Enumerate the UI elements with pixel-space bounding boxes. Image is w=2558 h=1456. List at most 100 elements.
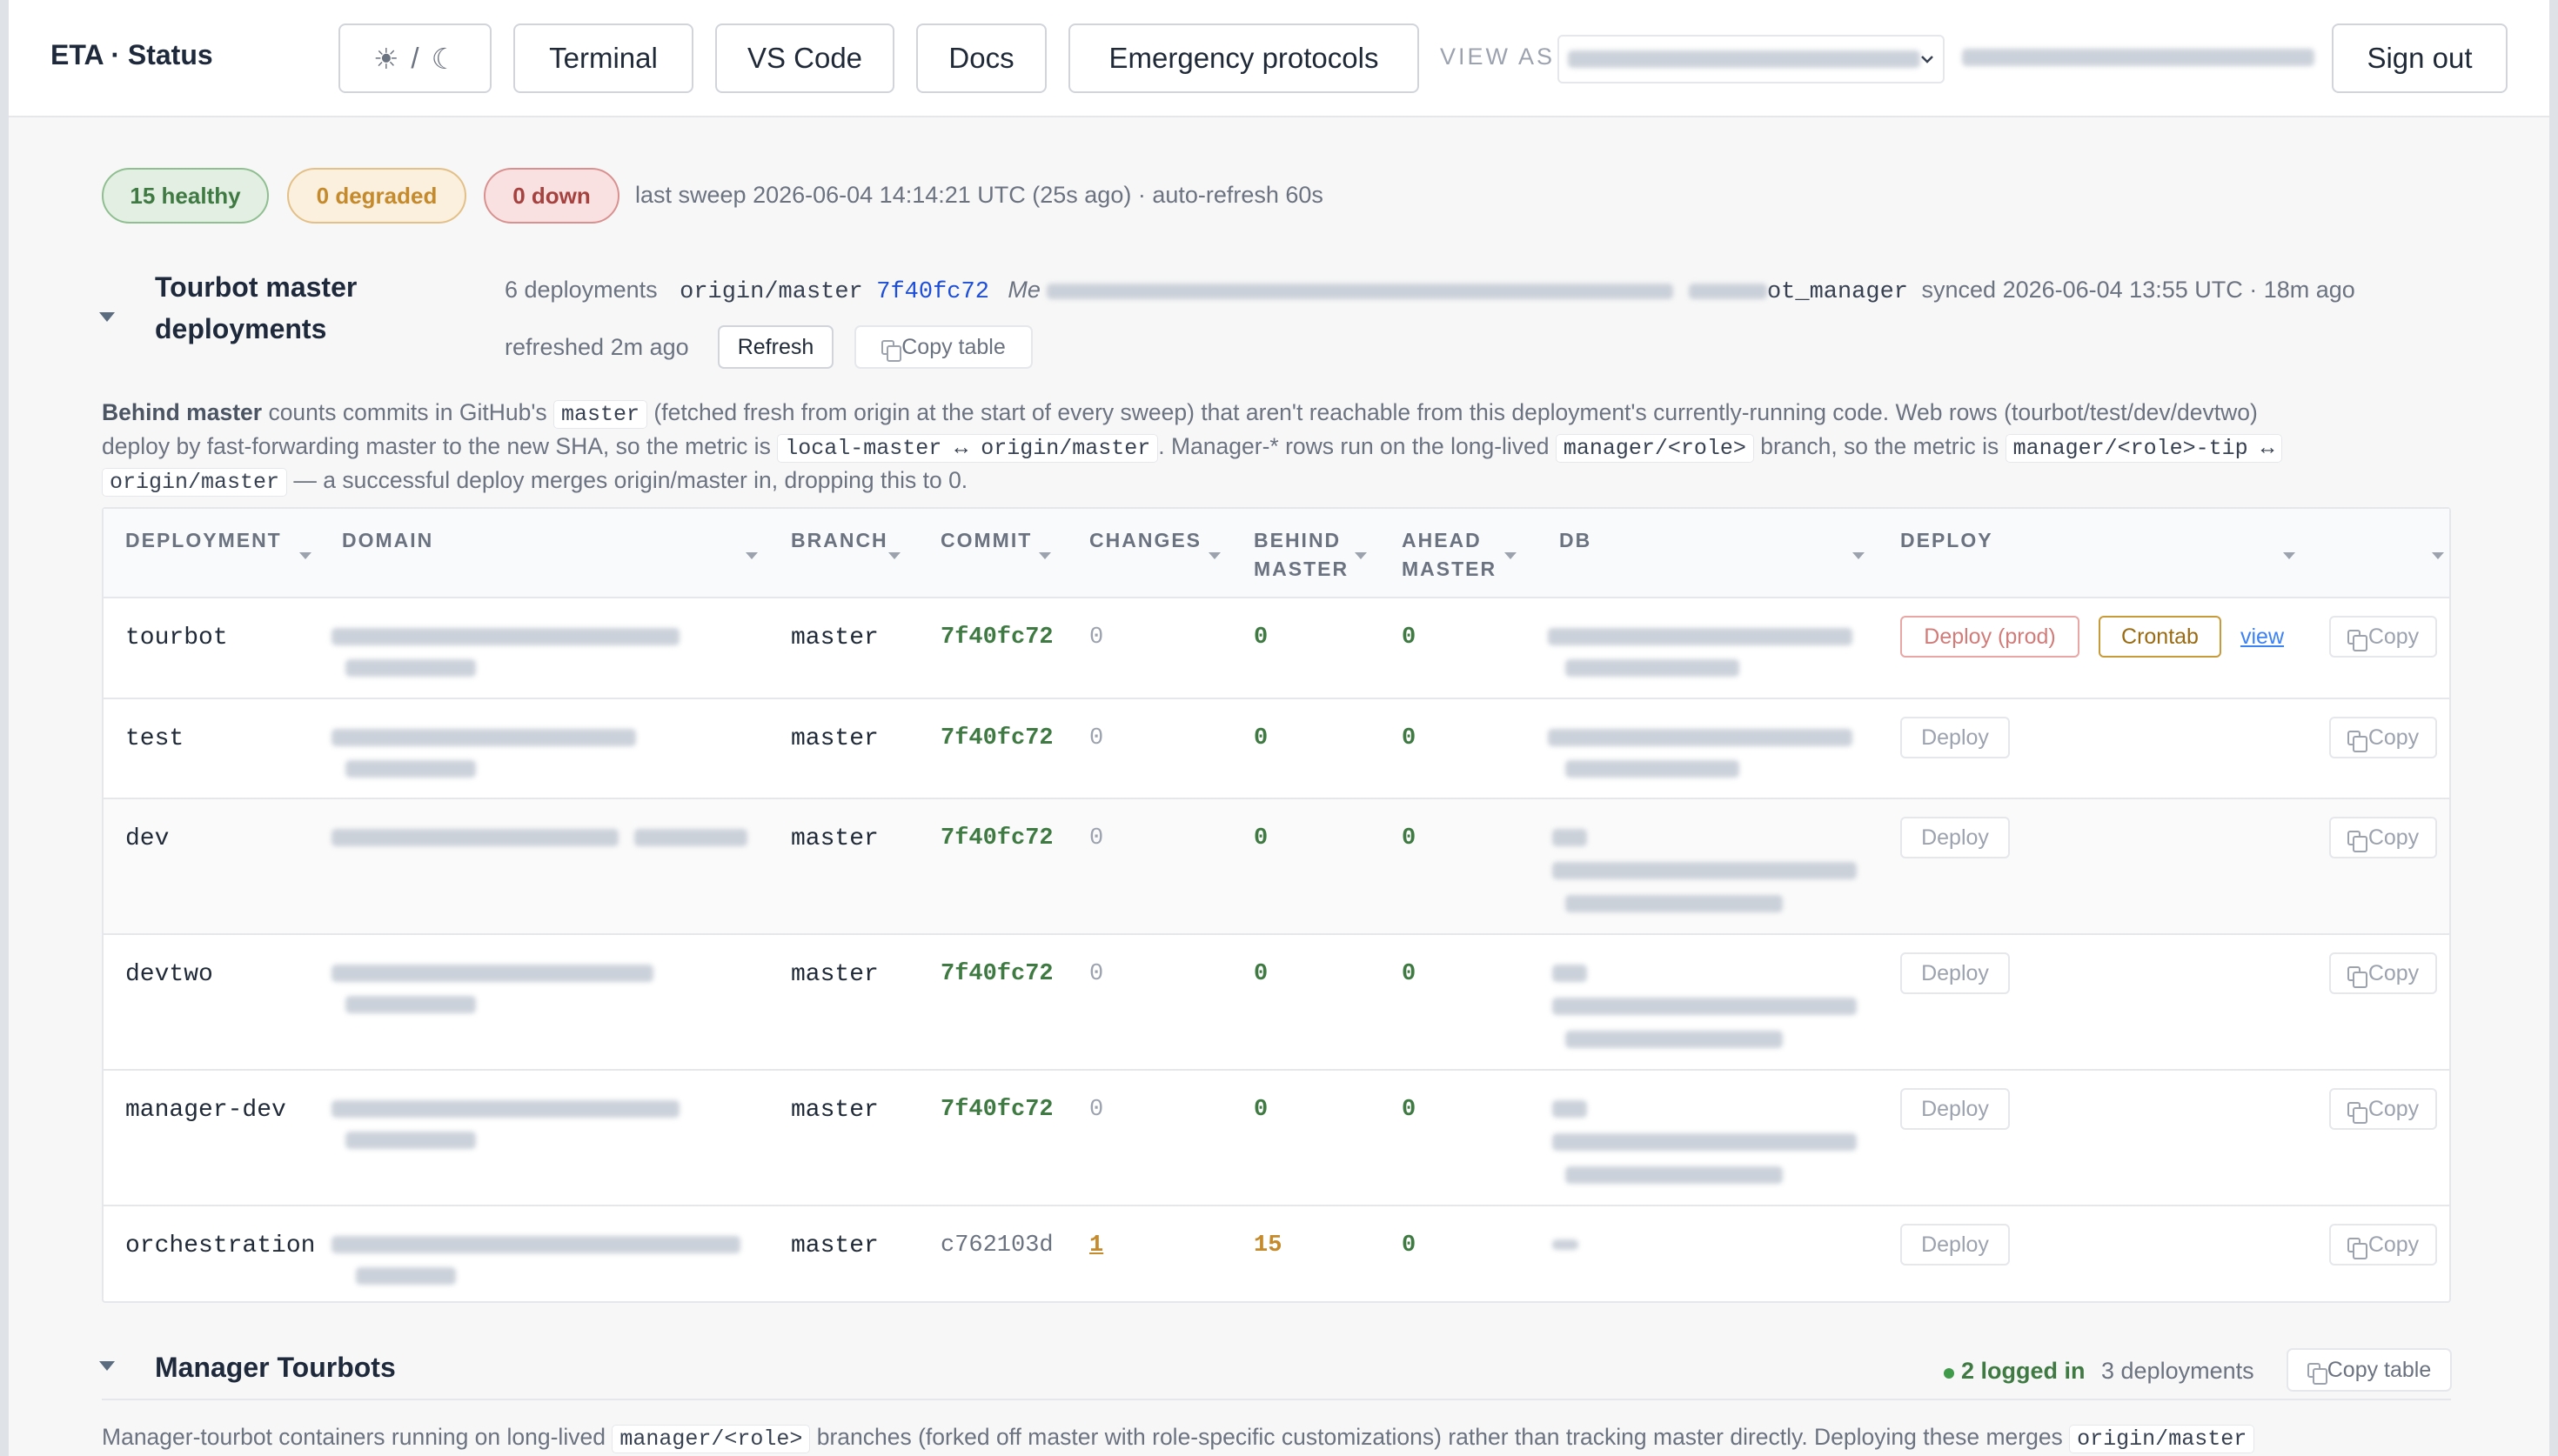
deploy-button[interactable]: Deploy <box>1900 1224 2010 1266</box>
app-frame: ETA · Status ☀ / ☾ Terminal VS Code Docs… <box>9 0 2549 1456</box>
table-row: manager-dev master 7f40fc72 0 0 0 Deploy… <box>104 1071 2449 1206</box>
redacted-db <box>1552 965 1587 982</box>
origin-label: origin/master <box>680 279 863 305</box>
down-badge[interactable]: 0 down <box>484 168 619 224</box>
redacted-domain-sub[interactable] <box>356 1267 456 1285</box>
copy-table-button[interactable]: Copy table <box>854 325 1033 369</box>
collapse-caret-icon[interactable] <box>99 312 115 322</box>
ahead-count: 0 <box>1402 961 1416 987</box>
col-deployment[interactable]: DEPLOYMENT <box>125 526 282 555</box>
col-ahead-master[interactable]: AHEAD MASTER <box>1402 526 1497 584</box>
copy-row-button[interactable]: Copy <box>2329 717 2437 758</box>
sort-icon[interactable] <box>888 552 901 559</box>
col-db[interactable]: DB <box>1559 526 1591 555</box>
sun-icon: ☀ <box>372 42 399 75</box>
sort-icon[interactable] <box>1355 552 1367 559</box>
emergency-protocols-button[interactable]: Emergency protocols <box>1068 23 1419 93</box>
sort-icon[interactable] <box>746 552 758 559</box>
col-deploy[interactable]: DEPLOY <box>1900 526 1993 555</box>
docs-button[interactable]: Docs <box>916 23 1047 93</box>
redacted-db-sub <box>1565 895 1783 912</box>
changes-count: 0 <box>1089 624 1104 651</box>
redacted-user <box>1568 50 1920 68</box>
origin-sha-link[interactable]: 7f40fc72 <box>876 279 989 305</box>
desc-text: (fetched fresh from origin at the start … <box>647 399 2258 425</box>
branch: master <box>791 825 879 852</box>
desc-code: master <box>553 400 648 429</box>
copy-icon <box>881 339 902 362</box>
sort-icon[interactable] <box>1504 552 1517 559</box>
healthy-badge[interactable]: 15 healthy <box>102 168 269 224</box>
col-domain[interactable]: DOMAIN <box>342 526 433 555</box>
view-link[interactable]: view <box>2240 624 2284 650</box>
commit-sha[interactable]: 7f40fc72 <box>941 725 1054 751</box>
redacted-db <box>1548 729 1852 746</box>
deploy-button[interactable]: Deploy <box>1900 1088 2010 1130</box>
section-title-manager: Manager Tourbots <box>155 1352 396 1383</box>
copy-icon <box>2347 830 2367 852</box>
copy-label: Copy <box>2367 725 2420 750</box>
redacted-db-sub <box>1565 1166 1783 1184</box>
table-row: orchestration master c762103d 1 15 0 Dep… <box>104 1206 2449 1303</box>
copy-row-button[interactable]: Copy <box>2329 1224 2437 1266</box>
refresh-button[interactable]: Refresh <box>718 325 834 369</box>
sort-icon[interactable] <box>2283 552 2295 559</box>
commit-sha[interactable]: 7f40fc72 <box>941 624 1054 651</box>
sort-icon[interactable] <box>1039 552 1051 559</box>
theme-toggle-button[interactable]: ☀ / ☾ <box>338 23 492 93</box>
deploy-button[interactable]: Deploy <box>1900 952 2010 994</box>
redacted-db-sub <box>1565 1031 1783 1048</box>
sort-icon[interactable] <box>1209 552 1221 559</box>
col-ahead-line2: MASTER <box>1402 558 1497 580</box>
sort-icon[interactable] <box>2432 552 2444 559</box>
ahead-count: 0 <box>1402 825 1416 852</box>
desc-code: origin/master <box>2069 1425 2255 1453</box>
deployment-name: manager-dev <box>125 1097 286 1124</box>
deploy-prod-button[interactable]: Deploy (prod) <box>1900 616 2079 658</box>
section-title-master: Tourbot master deployments <box>155 266 357 350</box>
redacted-author <box>1688 283 1767 299</box>
copy-table-label: Copy table <box>2327 1357 2432 1382</box>
copy-row-button[interactable]: Copy <box>2329 817 2437 858</box>
changes-count[interactable]: 1 <box>1089 1232 1103 1259</box>
sort-icon[interactable] <box>299 552 311 559</box>
desc-bold: Behind master <box>102 399 263 425</box>
changes-count: 0 <box>1089 725 1104 751</box>
copy-label: Copy <box>2367 624 2420 649</box>
view-as-select[interactable] <box>1557 35 1945 83</box>
col-branch[interactable]: BRANCH <box>791 526 888 555</box>
vscode-button[interactable]: VS Code <box>715 23 894 93</box>
terminal-button[interactable]: Terminal <box>513 23 693 93</box>
redacted-domain <box>331 829 619 846</box>
changes-count: 0 <box>1089 825 1104 852</box>
sign-out-button[interactable]: Sign out <box>2332 23 2508 93</box>
deploy-button[interactable]: Deploy <box>1900 717 2010 758</box>
sort-icon[interactable] <box>1852 552 1865 559</box>
copy-icon <box>2307 1362 2327 1385</box>
commit-sha[interactable]: 7f40fc72 <box>941 961 1054 987</box>
manager-copy-table-button[interactable]: Copy table <box>2287 1348 2452 1392</box>
commit-sha[interactable]: c762103d <box>941 1232 1054 1259</box>
copy-row-button[interactable]: Copy <box>2329 616 2437 658</box>
behind-count: 0 <box>1254 825 1269 852</box>
copy-row-button[interactable]: Copy <box>2329 1088 2437 1130</box>
degraded-badge[interactable]: 0 degraded <box>287 168 466 224</box>
commit-message-prefix: Me <box>1008 277 1041 303</box>
commit-sha[interactable]: 7f40fc72 <box>941 1097 1054 1123</box>
redacted-db <box>1548 628 1852 645</box>
desc-text: counts commits in GitHub's <box>262 399 554 425</box>
col-commit[interactable]: COMMIT <box>941 526 1032 555</box>
deployment-name: test <box>125 725 184 752</box>
ahead-count: 0 <box>1402 725 1416 751</box>
deploy-button[interactable]: Deploy <box>1900 817 2010 858</box>
redacted-domain-sub <box>634 829 747 846</box>
ahead-count: 0 <box>1402 1232 1416 1259</box>
col-changes[interactable]: CHANGES <box>1089 526 1202 555</box>
copy-row-button[interactable]: Copy <box>2329 952 2437 994</box>
behind-count: 0 <box>1254 624 1269 651</box>
collapse-caret-icon[interactable] <box>99 1361 115 1371</box>
crontab-button[interactable]: Crontab <box>2099 616 2221 658</box>
master-meta-line: 6 deployments origin/master 7f40fc72 Me … <box>505 277 2355 305</box>
commit-sha[interactable]: 7f40fc72 <box>941 825 1054 852</box>
col-behind-master[interactable]: BEHIND MASTER <box>1254 526 1349 584</box>
